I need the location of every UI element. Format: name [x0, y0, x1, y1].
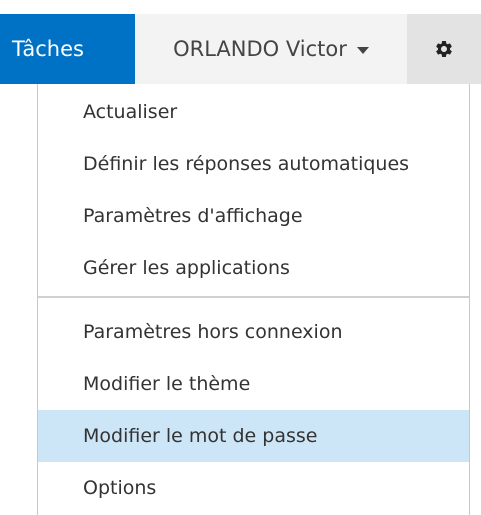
menu-item-label: Gérer les applications — [83, 257, 290, 279]
top-white-strip — [0, 0, 481, 14]
menu-item-parametres-affichage[interactable]: Paramètres d'affichage — [38, 190, 469, 242]
settings-button[interactable] — [407, 14, 481, 84]
menu-item-label: Définir les réponses automatiques — [83, 153, 410, 175]
menu-item-label: Actualiser — [83, 101, 178, 123]
tab-taches-label: Tâches — [12, 37, 84, 61]
menu-item-label: Options — [83, 477, 157, 499]
gear-icon — [436, 41, 452, 57]
chevron-down-icon — [356, 46, 369, 54]
menu-item-label: Modifier le mot de passe — [83, 425, 318, 447]
tab-taches[interactable]: Tâches — [0, 14, 135, 84]
menu-item-reponses-automatiques[interactable]: Définir les réponses automatiques — [38, 138, 469, 190]
menu-item-options[interactable]: Options — [38, 462, 469, 514]
settings-dropdown-menu: Actualiser Définir les réponses automati… — [37, 84, 470, 515]
menu-item-parametres-hors-connexion[interactable]: Paramètres hors connexion — [38, 306, 469, 358]
menu-item-actualiser[interactable]: Actualiser — [38, 86, 469, 138]
menu-item-label: Modifier le thème — [83, 373, 251, 395]
menu-item-modifier-theme[interactable]: Modifier le thème — [38, 358, 469, 410]
menu-item-modifier-mot-de-passe[interactable]: Modifier le mot de passe — [38, 410, 469, 462]
top-navigation-bar: Tâches ORLANDO Victor — [0, 0, 481, 84]
user-name-label: ORLANDO Victor — [173, 37, 347, 61]
user-menu-button[interactable]: ORLANDO Victor — [135, 14, 407, 84]
menu-item-label: Paramètres d'affichage — [83, 205, 303, 227]
menu-separator — [38, 296, 469, 298]
menu-item-gerer-applications[interactable]: Gérer les applications — [38, 242, 469, 294]
menu-item-label: Paramètres hors connexion — [83, 321, 343, 343]
